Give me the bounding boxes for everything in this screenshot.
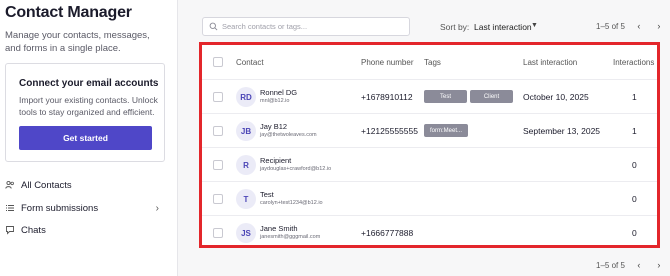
pagination-top: 1–5 of 5 ‹ › (596, 18, 667, 34)
prev-page-button[interactable]: ‹ (631, 257, 647, 273)
nav-item-form-submissions[interactable]: Form submissions › (5, 200, 165, 216)
row-checkbox[interactable] (213, 228, 223, 238)
avatar: R (236, 155, 256, 175)
nav-label: Chats (21, 224, 46, 236)
table-row[interactable]: T Test carolyn+test1234@b12.io 0 (202, 182, 657, 216)
search-input[interactable] (222, 22, 402, 31)
sort-dropdown[interactable]: Last interaction (474, 22, 532, 32)
row-checkbox[interactable] (213, 126, 223, 136)
next-page-button[interactable]: › (651, 18, 667, 34)
contact-name: Jay B12 (260, 122, 288, 131)
connect-email-card: Connect your email accounts Import your … (5, 63, 165, 162)
row-checkbox[interactable] (213, 194, 223, 204)
table-row[interactable]: RD Ronnel DG mnl@b12.io +1678910112 Test… (202, 80, 657, 114)
column-header[interactable]: Tags (424, 58, 441, 67)
contact-name: Ronnel DG (260, 88, 298, 97)
pagination-bottom: 1–5 of 5 ‹ › (596, 257, 667, 273)
contacts-panel: Sort by: Last interaction ▼ 1–5 of 5 ‹ ›… (186, 0, 670, 276)
people-icon (5, 180, 15, 190)
sidebar: Contact Manager Manage your contacts, me… (0, 0, 178, 276)
app-tagline: Manage your contacts, messages, and form… (5, 30, 150, 54)
table-row[interactable]: JS Jane Smith janesmith@gggmail.com +166… (202, 216, 657, 250)
interaction-count: 0 (632, 194, 637, 204)
row-checkbox[interactable] (213, 160, 223, 170)
interaction-count: 0 (632, 160, 637, 170)
list-icon (5, 203, 15, 213)
card-title: Connect your email accounts (19, 78, 159, 89)
prev-page-button[interactable]: ‹ (631, 18, 647, 34)
contact-email: mnl@b12.io (260, 98, 290, 104)
tag-badge: Client (470, 90, 513, 103)
nav-label: Form submissions (21, 202, 99, 214)
contact-email: jaydouglas+crawford@b12.io (260, 166, 332, 172)
sort-label: Sort by: (440, 22, 470, 32)
next-page-button[interactable]: › (651, 257, 667, 273)
contact-name: Jane Smith (260, 224, 298, 233)
column-header[interactable]: Contact (236, 58, 264, 67)
pagination-range: 1–5 of 5 (596, 260, 625, 270)
table-header: Contact Phone number Tags Last interacti… (202, 45, 657, 80)
column-header[interactable]: Interactions (613, 58, 654, 67)
table-row[interactable]: JB Jay B12 jay@thetwoleaves.com +1212555… (202, 114, 657, 148)
pagination-range: 1–5 of 5 (596, 21, 625, 31)
select-all-checkbox[interactable] (213, 57, 223, 67)
avatar: JS (236, 223, 256, 243)
contacts-table: Contact Phone number Tags Last interacti… (199, 42, 660, 248)
avatar: JB (236, 121, 256, 141)
contact-name: Recipient (260, 156, 292, 165)
contact-email: janesmith@gggmail.com (260, 234, 321, 240)
nav-item-chats[interactable]: Chats (5, 222, 165, 238)
nav-label: All Contacts (21, 179, 72, 191)
app-title: Contact Manager (5, 4, 132, 21)
interaction-count: 1 (632, 126, 637, 136)
column-header[interactable]: Phone number (361, 58, 413, 67)
card-text: Import your existing contacts. Unlock to… (19, 95, 158, 117)
chat-icon (5, 225, 15, 235)
get-started-button[interactable]: Get started (19, 126, 152, 150)
table-row[interactable]: R Recipient jaydouglas+crawford@b12.io 0 (202, 148, 657, 182)
phone-number: +1666777888 (361, 228, 414, 238)
phone-number: +1678910112 (361, 92, 413, 102)
avatar: RD (236, 87, 256, 107)
contact-name: Test (260, 190, 274, 199)
contact-email: carolyn+test1234@b12.io (260, 200, 323, 206)
interaction-count: 0 (632, 228, 637, 238)
last-interaction: October 10, 2025 (523, 92, 589, 102)
column-header[interactable]: Last interaction (523, 58, 577, 67)
chevron-right-icon: › (155, 202, 159, 214)
row-checkbox[interactable] (213, 92, 223, 102)
avatar: T (236, 189, 256, 209)
contact-email: jay@thetwoleaves.com (260, 132, 317, 138)
last-interaction: September 13, 2025 (523, 126, 601, 136)
tag-badge: form:Meet... (424, 124, 468, 137)
tag-badge: Test (424, 90, 467, 103)
nav-item-all-contacts[interactable]: All Contacts (5, 177, 165, 193)
phone-number: +12125555555 (361, 126, 418, 136)
search-icon (209, 22, 218, 31)
search-box[interactable] (202, 17, 410, 36)
interaction-count: 1 (632, 92, 637, 102)
caret-down-icon[interactable]: ▼ (531, 22, 538, 29)
